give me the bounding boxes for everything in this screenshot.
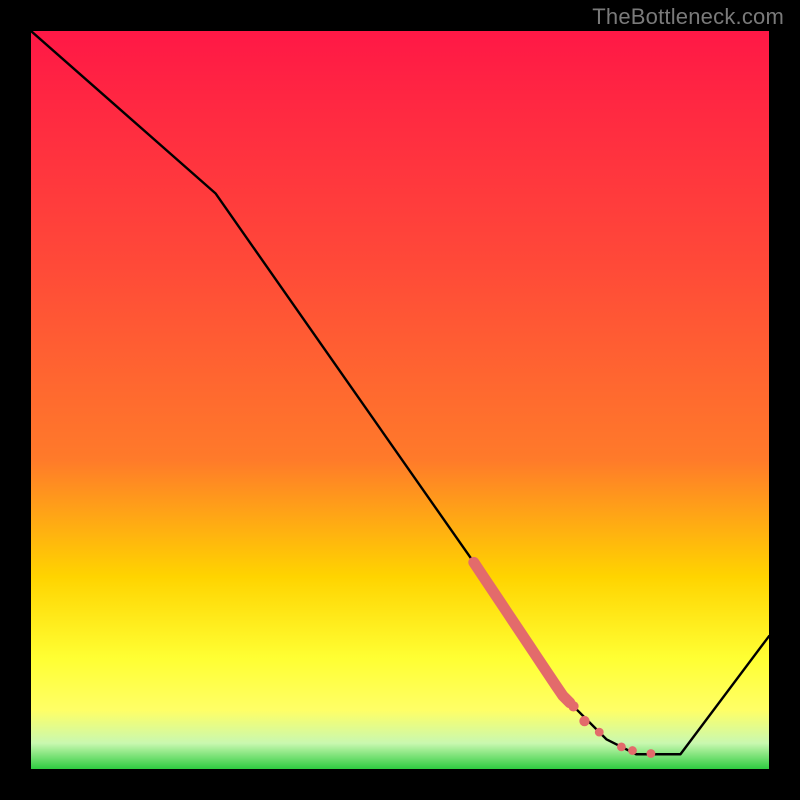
highlight-dot	[617, 742, 626, 751]
attribution-text: TheBottleneck.com	[592, 4, 784, 30]
highlight-dot	[628, 746, 637, 755]
chart-container: TheBottleneck.com	[0, 0, 800, 800]
highlight-segment	[474, 562, 570, 702]
highlight-dots	[568, 701, 655, 758]
curve-overlay	[31, 31, 769, 769]
highlight-dot	[647, 749, 656, 758]
plot-area	[31, 31, 769, 769]
highlight-dot	[595, 728, 604, 737]
bottleneck-curve	[31, 31, 769, 754]
highlight-dot	[568, 701, 578, 711]
highlight-dot	[579, 716, 589, 726]
